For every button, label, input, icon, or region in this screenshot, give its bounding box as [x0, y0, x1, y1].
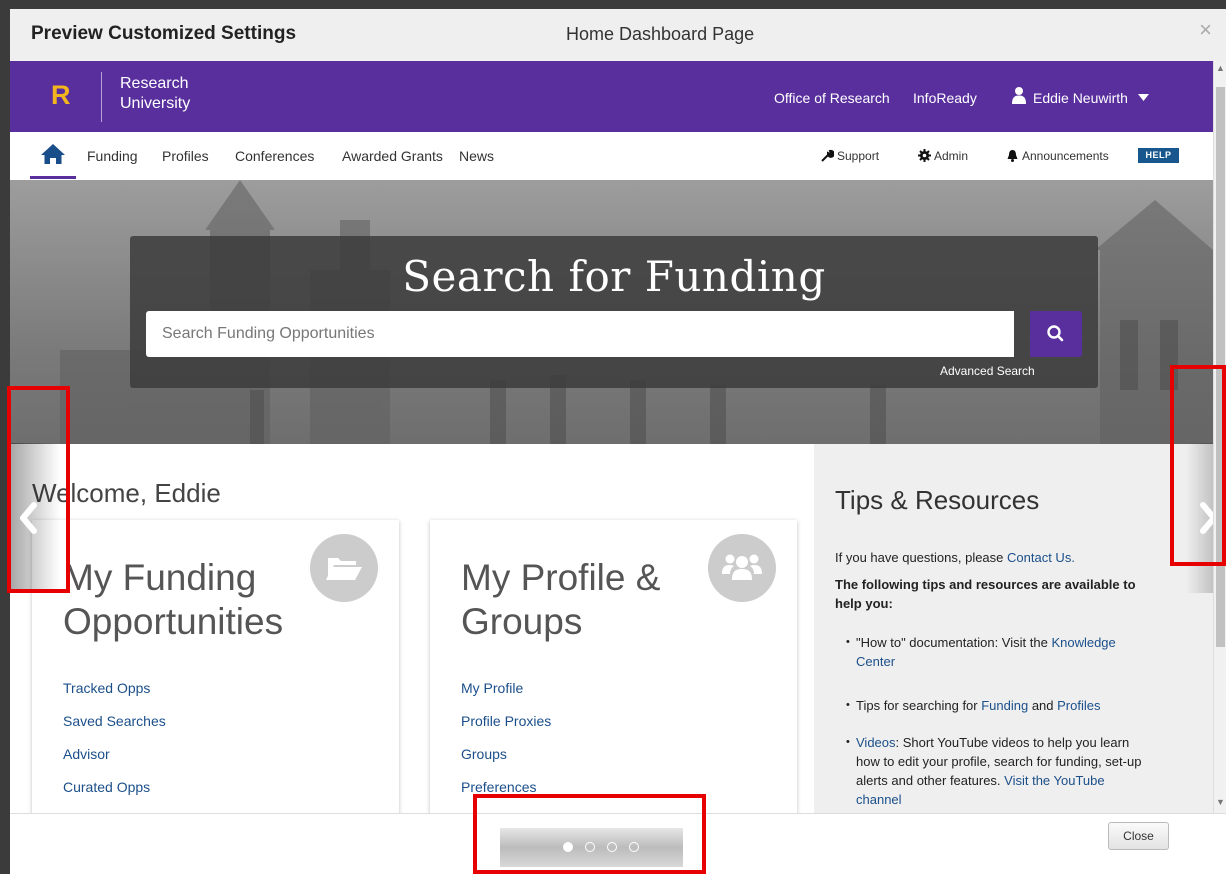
search-input[interactable] — [146, 311, 1014, 357]
advisor-link[interactable]: Advisor — [63, 746, 110, 762]
nav-profiles[interactable]: Profiles — [162, 148, 209, 164]
search-icon — [1047, 325, 1064, 342]
scroll-down-icon[interactable]: ▼ — [1214, 797, 1226, 811]
tips-lead-line1: The following tips and resources are ava… — [835, 577, 1136, 592]
home-icon[interactable] — [40, 143, 66, 165]
support-label: Support — [837, 149, 880, 163]
search-panel: Search for Funding Advanced Search — [130, 236, 1098, 388]
profile-proxies-link[interactable]: Profile Proxies — [461, 713, 551, 729]
user-menu[interactable]: Eddie Neuwirth — [1033, 90, 1149, 106]
funding-card-title-line1: My Funding — [63, 557, 257, 598]
videos-link[interactable]: Videos — [856, 735, 896, 750]
modal-title: Preview Customized Settings — [31, 23, 297, 44]
funding-card-title: My Funding Opportunities — [63, 556, 283, 644]
user-icon — [1012, 87, 1026, 104]
funding-card: My Funding Opportunities Tracked Opps Sa… — [32, 520, 399, 813]
funding-card-title-line2: Opportunities — [63, 601, 284, 642]
top-bar: R Research University Office of Research… — [10, 61, 1213, 132]
preferences-link[interactable]: Preferences — [461, 779, 536, 795]
dashboard-main: Welcome, Eddie My Funding Opportunities … — [10, 444, 814, 813]
highlight-next-arrow — [1170, 365, 1226, 566]
profile-card-title-line2: Groups — [461, 601, 583, 642]
nav-funding[interactable]: Funding — [87, 148, 138, 164]
close-button[interactable]: Close — [1108, 822, 1169, 850]
infoready-link[interactable]: InfoReady — [913, 90, 977, 106]
tips-lead-line2: help you: — [835, 596, 893, 611]
university-name: Research University — [120, 74, 190, 114]
tip-3-line1: : Short YouTube videos to help you learn — [895, 735, 1130, 750]
profile-card-title: My Profile & Groups — [461, 556, 660, 644]
tips-intro-text: If you have questions, please — [835, 550, 1008, 565]
wrench-icon — [821, 149, 834, 162]
tips-intro: If you have questions, please Contact Us… — [835, 548, 1075, 567]
youtube-channel-link[interactable]: Visit the YouTube — [1004, 773, 1104, 788]
contact-us-link[interactable]: Contact Us. — [1007, 550, 1075, 565]
folder-open-icon — [310, 534, 378, 602]
advanced-search-link[interactable]: Advanced Search — [940, 364, 1035, 378]
search-button[interactable] — [1030, 311, 1082, 357]
home-active-indicator — [30, 176, 76, 179]
tips-lead: The following tips and resources are ava… — [835, 575, 1136, 613]
tip-knowledge-center: "How to" documentation: Visit the Knowle… — [846, 633, 1178, 671]
nav-news[interactable]: News — [459, 148, 494, 164]
tips-title: Tips & Resources — [835, 485, 1040, 515]
funding-tips-link[interactable]: Funding — [981, 698, 1028, 713]
search-title: Search for Funding — [402, 252, 826, 301]
tip-1-text: "How to" documentation: Visit the — [856, 635, 1052, 650]
tip-2-text: Tips for searching for — [856, 698, 982, 713]
profiles-tips-link[interactable]: Profiles — [1057, 698, 1100, 713]
office-of-research-link[interactable]: Office of Research — [774, 90, 890, 106]
highlight-prev-arrow — [7, 386, 70, 593]
preview-modal: Preview Customized Settings Home Dashboa… — [10, 9, 1226, 875]
announcements-link[interactable]: Announcements — [1006, 149, 1109, 163]
nav-conferences[interactable]: Conferences — [235, 148, 314, 164]
my-profile-link[interactable]: My Profile — [461, 680, 523, 696]
youtube-channel-link-line2[interactable]: channel — [856, 792, 902, 807]
nav-awarded-grants[interactable]: Awarded Grants — [342, 148, 443, 164]
gear-icon — [918, 149, 931, 162]
tips-panel: Tips & Resources If you have questions, … — [814, 444, 1213, 813]
backdrop-top — [0, 0, 1226, 9]
announcements-label: Announcements — [1022, 149, 1109, 163]
tip-searching: Tips for searching for Funding and Profi… — [846, 696, 1178, 715]
university-name-line2: University — [120, 95, 191, 112]
close-icon[interactable]: × — [1199, 17, 1212, 43]
main-nav: Funding Profiles Conferences Awarded Gra… — [10, 132, 1213, 181]
groups-link[interactable]: Groups — [461, 746, 507, 762]
users-icon — [708, 534, 776, 602]
saved-searches-link[interactable]: Saved Searches — [63, 713, 166, 729]
preview-frame: R Research University Office of Research… — [10, 61, 1213, 813]
tip-3-line2: how to edit your profile, search for fun… — [856, 754, 1142, 769]
profile-card-title-line1: My Profile & — [461, 557, 661, 598]
knowledge-center-link-line2[interactable]: Center — [856, 654, 895, 669]
tip-2-mid: and — [1028, 698, 1058, 713]
modal-subtitle: Home Dashboard Page — [566, 24, 755, 44]
caret-down-icon — [1137, 94, 1149, 101]
logo-divider — [101, 72, 102, 122]
modal-header: Preview Customized Settings Home Dashboa… — [10, 9, 1226, 62]
university-name-line1: Research — [120, 75, 189, 92]
highlight-carousel-indicators — [473, 794, 706, 874]
hero-banner: Search for Funding Advanced Search — [10, 180, 1213, 444]
support-link[interactable]: Support — [821, 149, 879, 163]
bell-icon — [1007, 150, 1018, 162]
logo[interactable]: R — [51, 80, 71, 111]
curated-opps-link[interactable]: Curated Opps — [63, 779, 150, 795]
tip-3-line3: alerts and other features. — [856, 773, 1005, 788]
tracked-opps-link[interactable]: Tracked Opps — [63, 680, 150, 696]
help-badge[interactable]: HELP — [1138, 148, 1179, 163]
user-name: Eddie Neuwirth — [1033, 90, 1128, 106]
admin-label: Admin — [934, 149, 969, 163]
tip-videos: Videos: Short YouTube videos to help you… — [846, 733, 1178, 809]
scroll-up-icon[interactable]: ▲ — [1214, 63, 1226, 77]
profile-card: My Profile & Groups My Profile Profile P… — [430, 520, 797, 813]
knowledge-center-link[interactable]: Knowledge — [1051, 635, 1115, 650]
admin-link[interactable]: Admin — [918, 149, 968, 163]
